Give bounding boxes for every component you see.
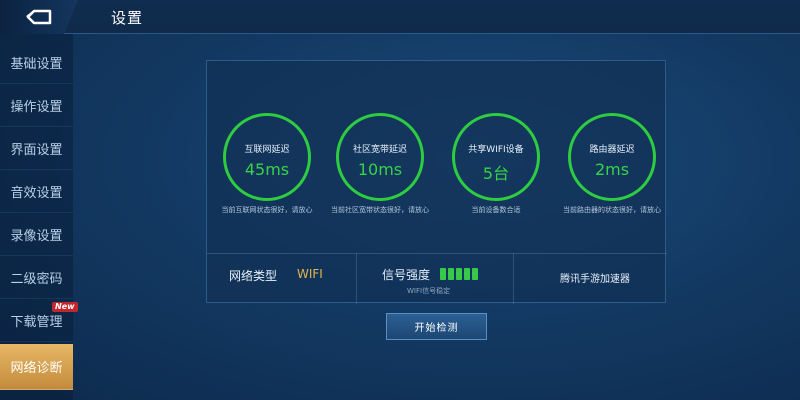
sidebar-item-controls[interactable]: 操作设置 xyxy=(0,84,73,127)
gauge-label: 互联网延迟 xyxy=(244,145,290,155)
gauge-description: 当前路由器的状态很好，请放心 xyxy=(563,206,661,214)
gauge-label: 共享WIFI设备 xyxy=(468,145,524,155)
gauge-label: 路由器延迟 xyxy=(589,145,635,155)
signal-bar xyxy=(464,268,470,280)
signal-status-text: WIFI信号稳定 xyxy=(407,287,451,295)
sidebar-item-basic[interactable]: 基础设置 xyxy=(0,41,73,84)
sidebar-item-password[interactable]: 二级密码 xyxy=(0,256,73,299)
back-arrow-icon xyxy=(26,9,52,25)
sidebar: 基础设置 操作设置 界面设置 音效设置 录像设置 二级密码 下载管理 网络诊断 xyxy=(0,34,73,400)
accelerator-label[interactable]: 腾讯手游加速器 xyxy=(560,270,630,285)
gauge-value: 2ms xyxy=(594,160,630,179)
divider xyxy=(356,253,357,304)
sidebar-item-recording[interactable]: 录像设置 xyxy=(0,213,73,256)
network-type-label: 网络类型 xyxy=(229,269,278,283)
gauge-value: 45ms xyxy=(244,160,290,179)
gauge-router-latency: 路由器延迟 2ms xyxy=(568,113,656,201)
top-bar: 设置 xyxy=(0,0,800,34)
gauge-value: 10ms xyxy=(357,160,403,179)
gauge-description: 当前互联网状态很好，请放心 xyxy=(221,206,313,214)
sidebar-item-network[interactable]: 网络诊断 xyxy=(0,344,73,390)
signal-bar xyxy=(440,268,446,280)
diagnostics-panel: 互联网延迟 45ms 当前互联网状态很好，请放心 社区宽带延迟 10ms 当前社… xyxy=(206,60,667,304)
back-button[interactable] xyxy=(0,0,78,34)
signal-bar xyxy=(448,268,454,280)
divider xyxy=(207,253,667,254)
signal-bar xyxy=(472,268,478,280)
gauge-label: 社区宽带延迟 xyxy=(352,145,407,155)
new-badge: New xyxy=(52,302,78,312)
signal-bar xyxy=(456,268,462,280)
gauge-shared-wifi-devices: 共享WIFI设备 5台 xyxy=(452,113,540,201)
network-type-value: WIFI xyxy=(297,267,323,281)
signal-strength-label: 信号强度 xyxy=(382,268,431,282)
gauge-value: 5台 xyxy=(482,164,510,183)
signal-strength-bars xyxy=(440,268,478,280)
sidebar-item-interface[interactable]: 界面设置 xyxy=(0,127,73,170)
gauge-internet-latency: 互联网延迟 45ms xyxy=(223,113,311,201)
page-title: 设置 xyxy=(111,9,144,27)
sidebar-item-audio[interactable]: 音效设置 xyxy=(0,170,73,213)
gauge-community-latency: 社区宽带延迟 10ms xyxy=(336,113,424,201)
gauge-description: 当前设备数合适 xyxy=(471,206,521,214)
gauge-description: 当前社区宽带状态很好，请放心 xyxy=(331,206,429,214)
start-diagnosis-button[interactable]: 开始检测 xyxy=(386,313,487,340)
divider xyxy=(513,253,514,304)
